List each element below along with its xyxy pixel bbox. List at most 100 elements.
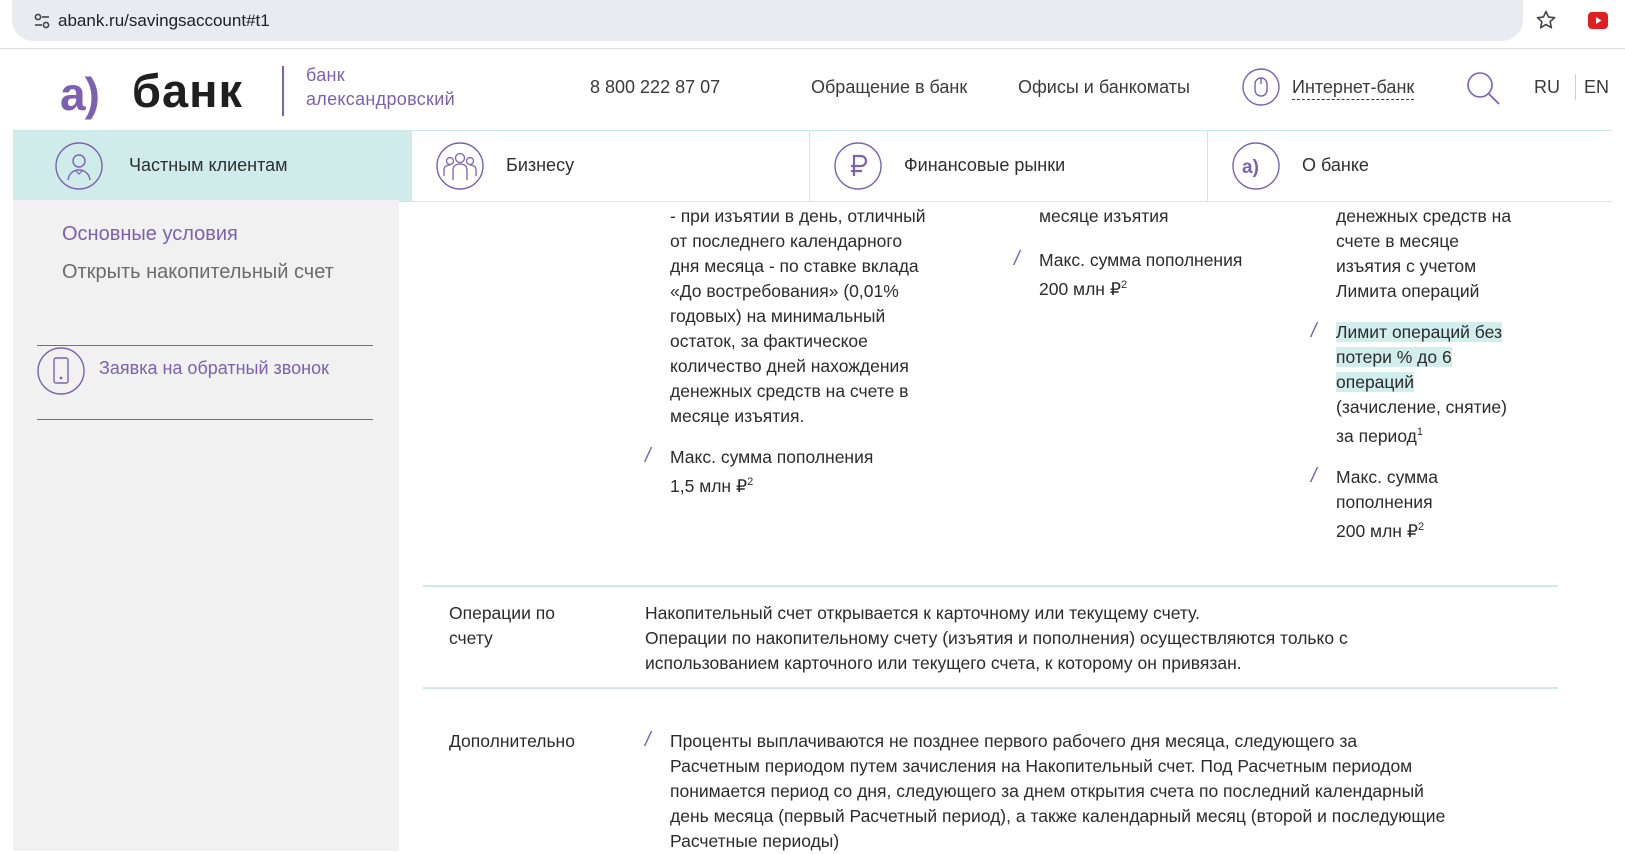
operations-label: Операции по счету [449,601,555,651]
limit-highlight: операций [1336,372,1414,392]
section-label: Бизнесу [506,155,575,175]
lang-ru[interactable]: RU [1534,77,1560,98]
logo-subtitle-line1: банк [306,65,345,85]
person-icon [55,142,103,190]
list-bullet: / [645,445,651,467]
footnote-ref[interactable]: 1 [1417,426,1423,438]
additional-line: Расчетным периодом путем зачисления на Н… [670,756,1413,776]
col2-text: месяце изъятия [1039,204,1169,229]
site-settings-icon[interactable] [32,11,52,31]
col3-line: Лимита операций [1336,281,1480,301]
list-bullet: / [1014,248,1020,270]
footnote-ref[interactable]: 2 [747,476,753,488]
max-value-line: 200 млн ₽2 [1039,277,1242,302]
operations-line: использованием карточного или текущего с… [645,653,1242,673]
max-label: Макс. сумма [1336,467,1438,487]
footnote-ref[interactable]: 2 [1121,279,1127,291]
row-label: Операции по [449,603,555,623]
divider [37,345,373,346]
col1-line: остаток, за фактическое [670,331,868,351]
bank-logo-icon: a) [1232,142,1280,190]
max-value: 200 млн ₽ [1336,521,1418,541]
mouse-icon[interactable] [1242,68,1280,106]
footnote-ref[interactable]: 2 [1418,521,1424,533]
url-text[interactable]: abank.ru/savingsaccount#t1 [58,11,270,31]
operations-line: Накопительный счет открывается к карточн… [645,603,1200,623]
callback-request-link[interactable]: Заявка на обратный звонок [99,358,329,379]
search-icon[interactable] [1464,69,1502,107]
col1-line: - при изъятии в день, отличный [670,206,926,226]
limit-note: за период [1336,426,1417,446]
additional-line: Расчетные периоды) [670,831,840,851]
section-about-bank[interactable]: a) О банке [1207,131,1612,201]
col3-line: счете в месяце [1336,231,1459,251]
additional-text: Проценты выплачиваются не позднее первог… [670,729,1445,854]
logo-divider [282,66,284,116]
internet-bank-link[interactable]: Интернет-банк [1292,77,1415,100]
additional-line: понимается период со дня, следующего за … [670,781,1424,801]
max-value: 1,5 млн ₽ [670,476,748,496]
list-bullet: / [1311,465,1317,487]
youtube-extension-icon[interactable] [1588,12,1608,29]
mobile-phone-icon[interactable] [37,347,85,395]
col3-line: денежных средств на [1336,206,1512,226]
max-value-line: 1,5 млн ₽2 [670,474,873,499]
lang-en[interactable]: EN [1584,77,1609,98]
section-nav: Частным клиентам Бизнесу Финансовые рынк… [13,130,1612,202]
max-label: Макс. сумма пополнения [670,447,874,467]
logo-subtitle-line2: александровский [306,89,455,109]
col3-max-text: Макс. сумма пополнения 200 млн ₽2 [1336,465,1438,544]
section-label: О банке [1302,155,1369,175]
sidebar-link-open-account[interactable]: Открыть накопительный счет [62,261,334,284]
col1-max-text: Макс. сумма пополнения 1,5 млн ₽2 [670,445,873,499]
max-value: 200 млн ₽ [1039,279,1121,299]
col2-max-text: Макс. сумма пополнения 200 млн ₽2 [1039,248,1242,302]
col1-text: - при изъятии в день, отличный от послед… [670,204,926,429]
site-header: а) банк банк александровский 8 800 222 8… [0,49,1625,129]
col2-line: месяце изъятия [1039,206,1169,226]
left-sidebar: Основные условия Открыть накопительный с… [13,200,399,851]
col1-line: от последнего календарного [670,231,903,251]
section-business[interactable]: Бизнесу [411,131,810,201]
col1-line: годовых) на минимальный [670,306,886,326]
limit-note: (зачисление, снятие) [1336,397,1507,417]
max-value-line: 200 млн ₽2 [1336,519,1438,544]
row-label: счету [449,628,493,648]
browser-chrome: abank.ru/savingsaccount#t1 [0,0,1625,48]
section-label: Частным клиентам [129,155,288,175]
list-bullet: / [1311,320,1317,342]
col3-text: денежных средств на счете в месяце изъят… [1336,204,1511,304]
bookmark-star-icon[interactable] [1534,8,1558,32]
limit-highlight: потери % до 6 [1336,347,1452,367]
group-icon [436,142,484,190]
additional-line: Проценты выплачиваются не позднее первог… [670,731,1358,751]
address-bar[interactable]: abank.ru/savingsaccount#t1 [12,0,1556,41]
nav-offices-link[interactable]: Офисы и банкоматы [1018,77,1190,98]
list-bullet: / [645,729,651,751]
svg-text:a): a) [1242,157,1259,178]
col1-line: количество дней нахождения [670,356,909,376]
logo-mark[interactable]: а) [60,67,100,121]
section-private-clients[interactable]: Частным клиентам [13,131,412,201]
divider [37,419,373,420]
col3-line: изъятия с учетом [1336,256,1477,276]
section-financial-markets[interactable]: Финансовые рынки [809,131,1208,201]
logo-name[interactable]: банк [132,63,243,118]
table-row-divider [423,585,1558,587]
sidebar-link-main-terms[interactable]: Основные условия [62,223,238,246]
phone-number[interactable]: 8 800 222 87 07 [590,77,720,98]
col3-limit-text: Лимит операций без потери % до 6 операци… [1336,320,1507,449]
lang-divider [1575,74,1576,100]
col1-line: месяце изъятия. [670,406,805,426]
limit-highlight: Лимит операций без [1336,322,1502,342]
ruble-icon [834,142,882,190]
operations-line: Операции по накопительному счету (изъяти… [645,628,1348,648]
max-label: пополнения [1336,492,1433,512]
col1-line: денежных средств на счете в [670,381,909,401]
operations-text: Накопительный счет открывается к карточн… [645,601,1348,676]
additional-line: день месяца (первый Расчетный период), а… [670,806,1446,826]
section-label: Финансовые рынки [904,155,1066,175]
nav-appeal-link[interactable]: Обращение в банк [811,77,967,98]
table-row-divider [423,687,1558,689]
col1-line: «До востребования» (0,01% [670,281,899,301]
